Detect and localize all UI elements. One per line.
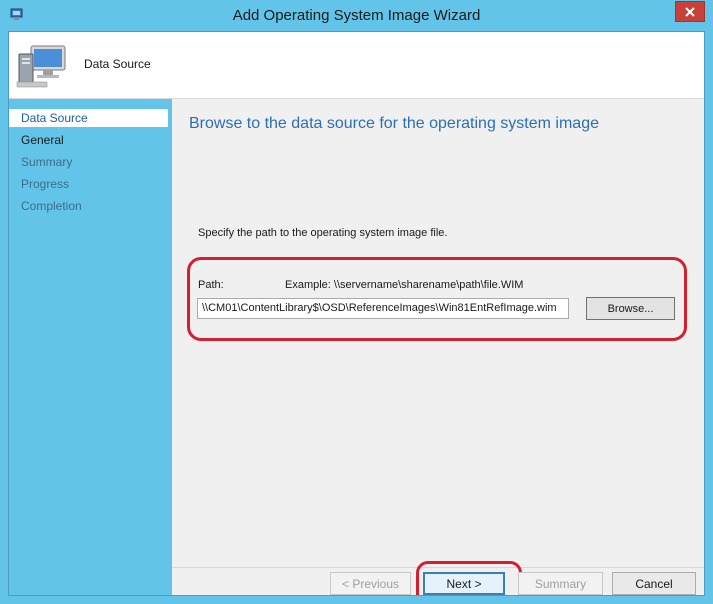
wizard-client-area: Data Source Data Source General Summary … xyxy=(8,31,705,596)
cancel-button[interactable]: Cancel xyxy=(612,572,696,595)
wizard-window: Add Operating System Image Wizard Data S… xyxy=(0,0,713,604)
close-button[interactable] xyxy=(675,1,705,22)
browse-button[interactable]: Browse... xyxy=(586,297,675,320)
title-bar[interactable]: Add Operating System Image Wizard xyxy=(0,0,713,32)
sidebar-item-summary[interactable]: Summary xyxy=(9,153,168,171)
path-label: Path: xyxy=(198,279,224,291)
instruction-text: Specify the path to the operating system… xyxy=(198,227,448,239)
wizard-content: Browse to the data source for the operat… xyxy=(172,99,704,595)
cancel-button-label: Cancel xyxy=(635,576,673,591)
sidebar-item-data-source[interactable]: Data Source xyxy=(9,109,168,127)
previous-button[interactable]: < Previous xyxy=(330,572,411,595)
wizard-header: Data Source xyxy=(9,32,704,99)
next-button-label: Next > xyxy=(446,576,482,591)
close-icon xyxy=(685,6,695,17)
computer-monitor-icon xyxy=(15,40,69,90)
header-title: Data Source xyxy=(84,57,151,71)
window-title: Add Operating System Image Wizard xyxy=(232,7,481,24)
next-button[interactable]: Next > xyxy=(423,572,505,595)
sidebar-item-completion[interactable]: Completion xyxy=(9,197,168,215)
summary-button[interactable]: Summary xyxy=(518,572,603,595)
summary-button-label: Summary xyxy=(534,576,587,591)
path-input[interactable]: \\CM01\ContentLibrary$\OSD\ReferenceImag… xyxy=(197,298,569,319)
sidebar-item-general[interactable]: General xyxy=(9,131,168,149)
previous-button-label: < Previous xyxy=(341,576,400,591)
wizard-steps-sidebar: Data Source General Summary Progress Com… xyxy=(9,99,172,595)
sidebar-item-progress[interactable]: Progress xyxy=(9,175,168,193)
browse-button-label: Browse... xyxy=(607,302,654,315)
path-example: Example: \\servername\sharename\path\fil… xyxy=(285,279,524,291)
page-title: Browse to the data source for the operat… xyxy=(189,115,599,132)
